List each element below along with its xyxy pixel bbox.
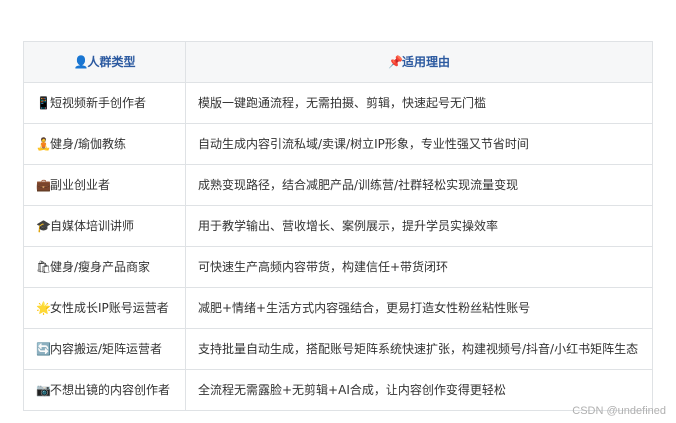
audience-type-cell: 🌟女性成长IP账号运营者 [23,287,186,329]
audience-type-cell: 💼副业创业者 [23,164,186,206]
camera-icon: 📷 [36,383,51,397]
reason-cell: 用于教学输出、营收增长、案例展示，提升学员实操效率 [185,205,653,247]
reason-cell: 成熟变现路径，结合减肥产品/训练营/社群轻松实现流量变现 [185,164,653,206]
audience-type-cell: 🎓自媒体培训讲师 [23,205,186,247]
table-row: 🌟女性成长IP账号运营者 减肥+情绪+生活方式内容强结合，更易打造女性粉丝粘性账… [23,287,653,329]
person-icon: 👤 [73,55,89,69]
header-reason: 📌适用理由 [185,41,653,83]
table-header-row: 👤人群类型 📌适用理由 [23,41,653,83]
audience-type-label: 健身/瘦身产品商家 [50,260,151,274]
table-row: 📱短视频新手创作者 模版一键跑通流程，无需拍摄、剪辑，快速起号无门槛 [23,82,653,124]
shopping-bags-icon: 🛍 [36,260,52,274]
mobile-phone-icon: 📱 [36,96,51,110]
table-row: 🛍健身/瘦身产品商家 可快速生产高频内容带货，构建信任+带货闭环 [23,246,653,288]
glowing-star-icon: 🌟 [36,301,51,315]
reason-cell: 减肥+情绪+生活方式内容强结合，更易打造女性粉丝粘性账号 [185,287,653,329]
audience-type-label: 内容搬运/矩阵运营者 [50,342,163,356]
audience-type-cell: 📱短视频新手创作者 [23,82,186,124]
table-row: 🔄内容搬运/矩阵运营者 支持批量自动生成，搭配账号矩阵系统快速扩张，构建视频号/… [23,328,653,370]
audience-type-cell: 🛍健身/瘦身产品商家 [23,246,186,288]
audience-type-cell: 📷不想出镜的内容创作者 [23,369,186,411]
audience-type-label: 短视频新手创作者 [50,96,147,110]
reason-cell: 可快速生产高频内容带货，构建信任+带货闭环 [185,246,653,288]
table-row: 🎓自媒体培训讲师 用于教学输出、营收增长、案例展示，提升学员实操效率 [23,205,653,247]
reason-cell: 自动生成内容引流私域/卖课/树立IP形象，专业性强又节省时间 [185,123,653,165]
csdn-watermark: CSDN @undefined [572,405,666,417]
audience-type-label: 自媒体培训讲师 [50,219,135,233]
audience-table: 👤人群类型 📌适用理由 📱短视频新手创作者 模版一键跑通流程，无需拍摄、剪辑，快… [23,41,653,411]
audience-table-container: 👤人群类型 📌适用理由 📱短视频新手创作者 模版一键跑通流程，无需拍摄、剪辑，快… [23,41,653,411]
reason-cell: 模版一键跑通流程，无需拍摄、剪辑，快速起号无门槛 [185,82,653,124]
header-reason-label: 适用理由 [401,55,450,69]
audience-type-cell: 🧘健身/瑜伽教练 [23,123,186,165]
table-row: 🧘健身/瑜伽教练 自动生成内容引流私域/卖课/树立IP形象，专业性强又节省时间 [23,123,653,165]
audience-type-label: 女性成长IP账号运营者 [50,301,169,315]
table-row: 💼副业创业者 成熟变现路径，结合减肥产品/训练营/社群轻松实现流量变现 [23,164,653,206]
pushpin-icon: 📌 [387,55,403,69]
table-row: 📷不想出镜的内容创作者 全流程无需露脸+无剪辑+AI合成，让内容创作变得更轻松 [23,369,653,411]
audience-type-label: 副业创业者 [50,178,111,192]
audience-type-label: 健身/瑜伽教练 [50,137,127,151]
repeat-arrows-icon: 🔄 [36,342,51,356]
header-audience-type: 👤人群类型 [23,41,186,83]
reason-cell: 支持批量自动生成，搭配账号矩阵系统快速扩张，构建视频号/抖音/小红书矩阵生态 [185,328,653,370]
yoga-icon: 🧘 [36,137,51,151]
audience-type-label: 不想出镜的内容创作者 [50,383,171,397]
audience-type-cell: 🔄内容搬运/矩阵运营者 [23,328,186,370]
graduation-cap-icon: 🎓 [36,219,51,233]
briefcase-icon: 💼 [36,178,51,192]
header-audience-type-label: 人群类型 [87,55,136,69]
